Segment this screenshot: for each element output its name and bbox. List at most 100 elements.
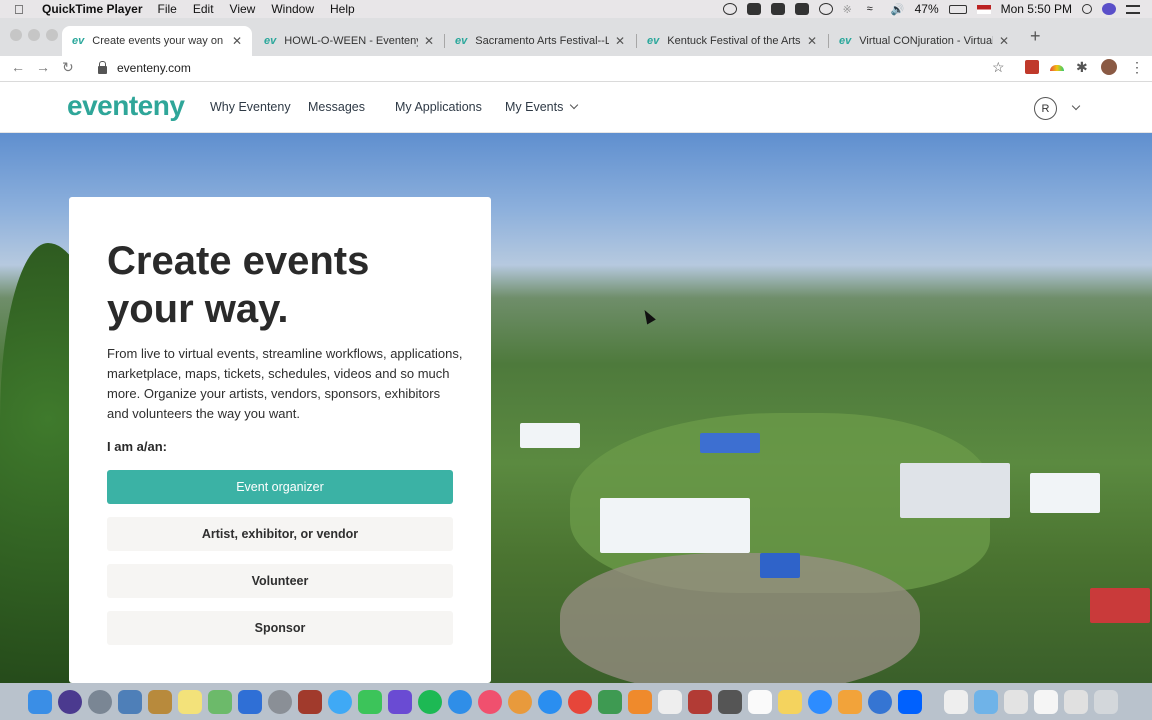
record-icon[interactable] [722, 3, 737, 15]
tab-close-icon[interactable]: ✕ [807, 34, 817, 48]
textedit-icon[interactable] [658, 689, 682, 714]
event-organizer-button[interactable]: Event organizer [107, 470, 453, 504]
tab-kentuck-festival[interactable]: ev Kentuck Festival of the Arts Vi ✕ [637, 26, 827, 56]
dropbox-menu-icon[interactable] [746, 3, 761, 15]
volunteer-button[interactable]: Volunteer [107, 564, 453, 598]
stickies-icon[interactable] [178, 689, 202, 714]
tab-close-icon[interactable]: ✕ [999, 34, 1009, 48]
nav-my-applications[interactable]: My Applications [395, 100, 482, 114]
chrome-alt-icon[interactable] [868, 689, 892, 714]
tab-close-icon[interactable]: ✕ [232, 34, 242, 48]
siri-dock-icon[interactable] [58, 689, 82, 714]
sponsor-button[interactable]: Sponsor [107, 611, 453, 645]
keynote-icon[interactable] [238, 689, 262, 714]
app-store-icon[interactable] [538, 689, 562, 714]
forward-arrow-icon[interactable]: → [36, 59, 50, 75]
time-machine-icon[interactable] [818, 3, 833, 15]
menu-file[interactable]: File [158, 2, 177, 16]
notification-center-icon[interactable] [1126, 4, 1140, 14]
lock-icon[interactable] [98, 61, 107, 74]
folder-icon[interactable] [974, 689, 998, 714]
chevron-down-icon[interactable] [1071, 101, 1081, 111]
chrome-icon[interactable] [568, 689, 592, 714]
extension-rainbow-icon[interactable] [1050, 65, 1064, 71]
notes-folder-icon[interactable] [148, 689, 172, 714]
artist-exhibitor-vendor-button[interactable]: Artist, exhibitor, or vendor [107, 517, 453, 551]
battery-icon[interactable] [948, 4, 967, 14]
tab-sacramento-arts[interactable]: ev Sacramento Arts Festival--Live ✕ [445, 26, 635, 56]
music-icon[interactable] [478, 689, 502, 714]
menu-view[interactable]: View [230, 2, 256, 16]
apple-menu-icon[interactable]:  [14, 2, 28, 17]
tab-title: Virtual CONjuration - Virtual C [859, 35, 993, 47]
extension-s-icon[interactable] [1025, 60, 1039, 74]
tab-close-icon[interactable]: ✕ [615, 34, 625, 48]
calendar-icon[interactable] [748, 689, 772, 714]
back-arrow-icon[interactable]: ← [11, 59, 25, 75]
finder-icon[interactable] [28, 689, 52, 714]
nav-messages[interactable]: Messages [308, 100, 365, 114]
app-menu-name[interactable]: QuickTime Player [42, 2, 143, 16]
window-close-button[interactable] [10, 29, 22, 41]
user-avatar[interactable]: R [1034, 97, 1057, 120]
tab-close-icon[interactable]: ✕ [424, 34, 434, 48]
imovie-star-icon[interactable] [388, 689, 412, 714]
bookmark-star-icon[interactable]: ☆ [992, 59, 1005, 76]
siri-icon[interactable] [1102, 3, 1116, 15]
books-icon[interactable] [628, 689, 652, 714]
facetime-icon[interactable] [358, 689, 382, 714]
photo-booth-icon[interactable] [298, 689, 322, 714]
window-zoom-button[interactable] [46, 29, 58, 41]
extensions-puzzle-icon[interactable]: ✱ [1076, 59, 1088, 76]
spotify-icon[interactable] [418, 689, 442, 714]
safari-icon[interactable] [448, 689, 472, 714]
document-icon[interactable] [944, 689, 968, 714]
dictionary-icon[interactable] [688, 689, 712, 714]
maps-icon[interactable] [208, 689, 232, 714]
preview-icon[interactable] [118, 689, 142, 714]
window-minimize-button[interactable] [28, 29, 40, 41]
reload-icon[interactable]: ↻ [62, 59, 74, 76]
bluetooth-icon[interactable]: ※ [843, 3, 857, 16]
tab-virtual-conjuration[interactable]: ev Virtual CONjuration - Virtual C ✕ [829, 26, 1019, 56]
volume-icon[interactable]: 🔊 [891, 3, 905, 16]
url-text[interactable]: eventeny.com [117, 61, 191, 75]
address-bar[interactable]: eventeny.com [90, 57, 1015, 79]
tent-decor [760, 553, 800, 578]
system-preferences-icon[interactable] [268, 689, 292, 714]
menu-help[interactable]: Help [330, 2, 355, 16]
trash-icon[interactable] [1094, 689, 1118, 714]
tab-howl-o-ween[interactable]: ev HOWL-O-WEEN - Eventeny ✕ [254, 26, 444, 56]
clock[interactable]: Mon 5:50 PM [1001, 2, 1072, 16]
chrome-menu-icon[interactable]: ⋮ [1130, 59, 1144, 76]
launchpad-icon[interactable] [88, 689, 112, 714]
gmail-menu-icon[interactable] [794, 3, 809, 15]
flag-icon[interactable] [976, 4, 991, 14]
stickies-notes-icon[interactable] [778, 689, 802, 714]
tent-decor [900, 463, 1010, 518]
numbers-icon[interactable] [598, 689, 622, 714]
zoom-icon[interactable] [808, 689, 832, 714]
wifi-icon[interactable]: ≈ [867, 3, 881, 15]
downloads-icon[interactable] [1064, 689, 1088, 714]
document-stack-icon[interactable] [1004, 689, 1028, 714]
nav-my-events[interactable]: My Events [505, 100, 579, 114]
new-tab-icon[interactable]: + [1030, 26, 1041, 47]
dropbox-icon[interactable] [898, 689, 922, 714]
photos-icon[interactable] [508, 689, 532, 714]
menu-edit[interactable]: Edit [193, 2, 214, 16]
eventeny-logo[interactable]: eventeny [67, 90, 185, 122]
calculator-icon[interactable] [718, 689, 742, 714]
pinwheel-icon[interactable] [838, 689, 862, 714]
spotlight-search-icon[interactable] [1082, 4, 1092, 14]
screenshot-icon[interactable] [1034, 689, 1058, 714]
browser-tab-strip: ev Create events your way on Eve ✕ ev HO… [0, 18, 1152, 56]
app-menu-icon[interactable] [770, 3, 785, 15]
messages-icon[interactable] [328, 689, 352, 714]
menu-window[interactable]: Window [271, 2, 314, 16]
tab-title: Kentuck Festival of the Arts Vi [667, 35, 801, 47]
tab-create-events[interactable]: ev Create events your way on Eve ✕ [62, 26, 252, 56]
battery-percent: 47% [914, 2, 939, 16]
nav-why-eventeny[interactable]: Why Eventeny [210, 100, 291, 114]
profile-avatar-icon[interactable] [1101, 59, 1117, 75]
